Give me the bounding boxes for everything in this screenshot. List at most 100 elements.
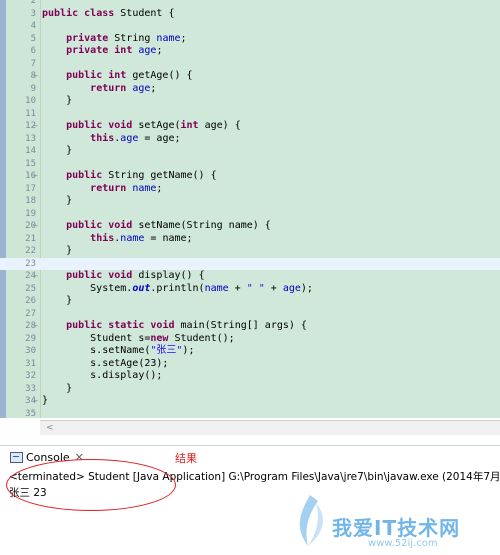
code-line[interactable]: 2: [0, 0, 500, 8]
code-token: display() {: [132, 270, 205, 281]
editor-horizontal-scrollbar[interactable]: <: [40, 420, 500, 435]
code-line[interactable]: 31 s.setAge(23);: [0, 358, 500, 371]
code-token: .println(: [150, 282, 205, 294]
code-line[interactable]: 16− public String getName() {: [0, 170, 500, 183]
code-line[interactable]: 22 }: [0, 245, 500, 258]
line-number: 25: [25, 283, 36, 294]
code-line[interactable]: 24− public void display() {: [0, 270, 500, 283]
code-line[interactable]: 3 public class Student {: [0, 8, 500, 21]
code-text: }: [42, 245, 72, 258]
code-line[interactable]: 11: [0, 108, 500, 121]
code-line[interactable]: 35: [0, 408, 500, 419]
code-line[interactable]: 26 }: [0, 295, 500, 308]
code-token: System.: [42, 282, 133, 294]
code-line[interactable]: 29 Student s=new Student();: [0, 333, 500, 346]
code-token: class: [84, 7, 115, 19]
code-line[interactable]: 19: [0, 208, 500, 221]
code-token: name: [132, 182, 157, 194]
code-token: +: [264, 282, 283, 294]
fold-toggle-icon[interactable]: −: [31, 270, 40, 283]
line-number: 7: [30, 58, 36, 69]
fold-toggle-icon[interactable]: −: [31, 320, 40, 333]
code-line[interactable]: 21 this.name = name;: [0, 233, 500, 246]
code-line[interactable]: 27: [0, 308, 500, 321]
code-line[interactable]: 32 s.display();: [0, 370, 500, 383]
line-number: 3: [30, 8, 36, 19]
code-line[interactable]: 15: [0, 158, 500, 171]
code-token: = age;: [138, 132, 181, 144]
code-token: setName(String name) {: [132, 220, 271, 231]
code-text: public static void main(String[] args) {: [42, 320, 307, 333]
code-line[interactable]: 34−}: [0, 395, 500, 408]
code-line[interactable]: 13 this.age = age;: [0, 133, 500, 146]
fold-toggle-icon[interactable]: −: [31, 120, 40, 133]
code-line[interactable]: 25 System.out.println(name + " " + age);: [0, 283, 500, 296]
code-text: Student s=new Student();: [42, 333, 235, 346]
code-line[interactable]: 14 }: [0, 145, 500, 158]
code-line[interactable]: 10 }: [0, 95, 500, 108]
line-number: 27: [25, 308, 36, 319]
line-number: 26: [25, 296, 36, 306]
line-number: 2: [30, 0, 36, 6]
line-number: 17: [25, 183, 36, 194]
code-token: }: [42, 195, 73, 206]
fold-toggle-icon[interactable]: −: [31, 170, 40, 183]
code-token: public: [66, 170, 103, 181]
watermark: 我爱IT技术网 www.52ij.com: [328, 508, 498, 554]
line-number: 21: [25, 233, 36, 244]
line-number: 30: [25, 346, 36, 356]
code-text: public class Student {: [42, 8, 174, 21]
code-text: }: [42, 95, 72, 108]
code-line[interactable]: 30 s.setName("张三");: [0, 345, 500, 358]
code-token: }: [42, 245, 73, 256]
code-line[interactable]: 33 }: [0, 383, 500, 396]
code-token: ;: [180, 32, 187, 44]
code-line[interactable]: 7: [0, 58, 500, 71]
code-token: public: [66, 120, 103, 131]
code-text: public String getName() {: [42, 170, 217, 183]
code-token: Student {: [114, 7, 175, 19]
code-token: void: [150, 320, 175, 331]
code-token: );: [300, 282, 313, 294]
code-line[interactable]: 17 return name;: [0, 183, 500, 196]
code-line[interactable]: 9 return age;: [0, 83, 500, 96]
code-token: public: [66, 70, 103, 81]
line-number: 18: [25, 196, 36, 206]
code-line[interactable]: 4: [0, 20, 500, 33]
code-token: }: [42, 395, 49, 406]
scroll-left-arrow-icon[interactable]: <: [46, 421, 54, 435]
result-annotation: 结果: [175, 452, 197, 465]
code-token: }: [42, 145, 73, 156]
code-line[interactable]: 12− public void setAge(int age) {: [0, 120, 500, 133]
code-token: s.setAge(23);: [42, 357, 169, 369]
fold-toggle-icon[interactable]: −: [31, 395, 40, 408]
code-token: name: [156, 32, 181, 44]
code-line[interactable]: 23: [0, 257, 500, 270]
fold-toggle-icon[interactable]: −: [31, 220, 40, 233]
line-number: 11: [25, 108, 36, 119]
line-number: 33: [25, 383, 36, 394]
code-editor[interactable]: 2 3 public class Student {4 5 private Strin…: [0, 0, 500, 418]
code-token: );: [182, 345, 195, 356]
line-number: 15: [25, 158, 36, 169]
code-line[interactable]: 28− public static void main(String[] arg…: [0, 320, 500, 333]
code-line[interactable]: 20− public void setName(String name) {: [0, 220, 500, 233]
code-line[interactable]: 6 private int age;: [0, 45, 500, 58]
code-token: void: [108, 120, 133, 131]
line-number: 19: [25, 208, 36, 219]
code-token: }: [42, 382, 73, 394]
line-number: 32: [25, 371, 36, 381]
code-line[interactable]: 18 }: [0, 195, 500, 208]
fold-toggle-icon[interactable]: −: [31, 70, 40, 83]
code-token: this: [90, 132, 115, 144]
code-token: " ": [246, 282, 265, 294]
code-token: int: [114, 45, 133, 56]
code-token: name: [204, 282, 229, 294]
code-line[interactable]: 5 private String name;: [0, 33, 500, 46]
code-token: getAge() {: [126, 70, 193, 81]
code-line[interactable]: 8− public int getAge() {: [0, 70, 500, 83]
